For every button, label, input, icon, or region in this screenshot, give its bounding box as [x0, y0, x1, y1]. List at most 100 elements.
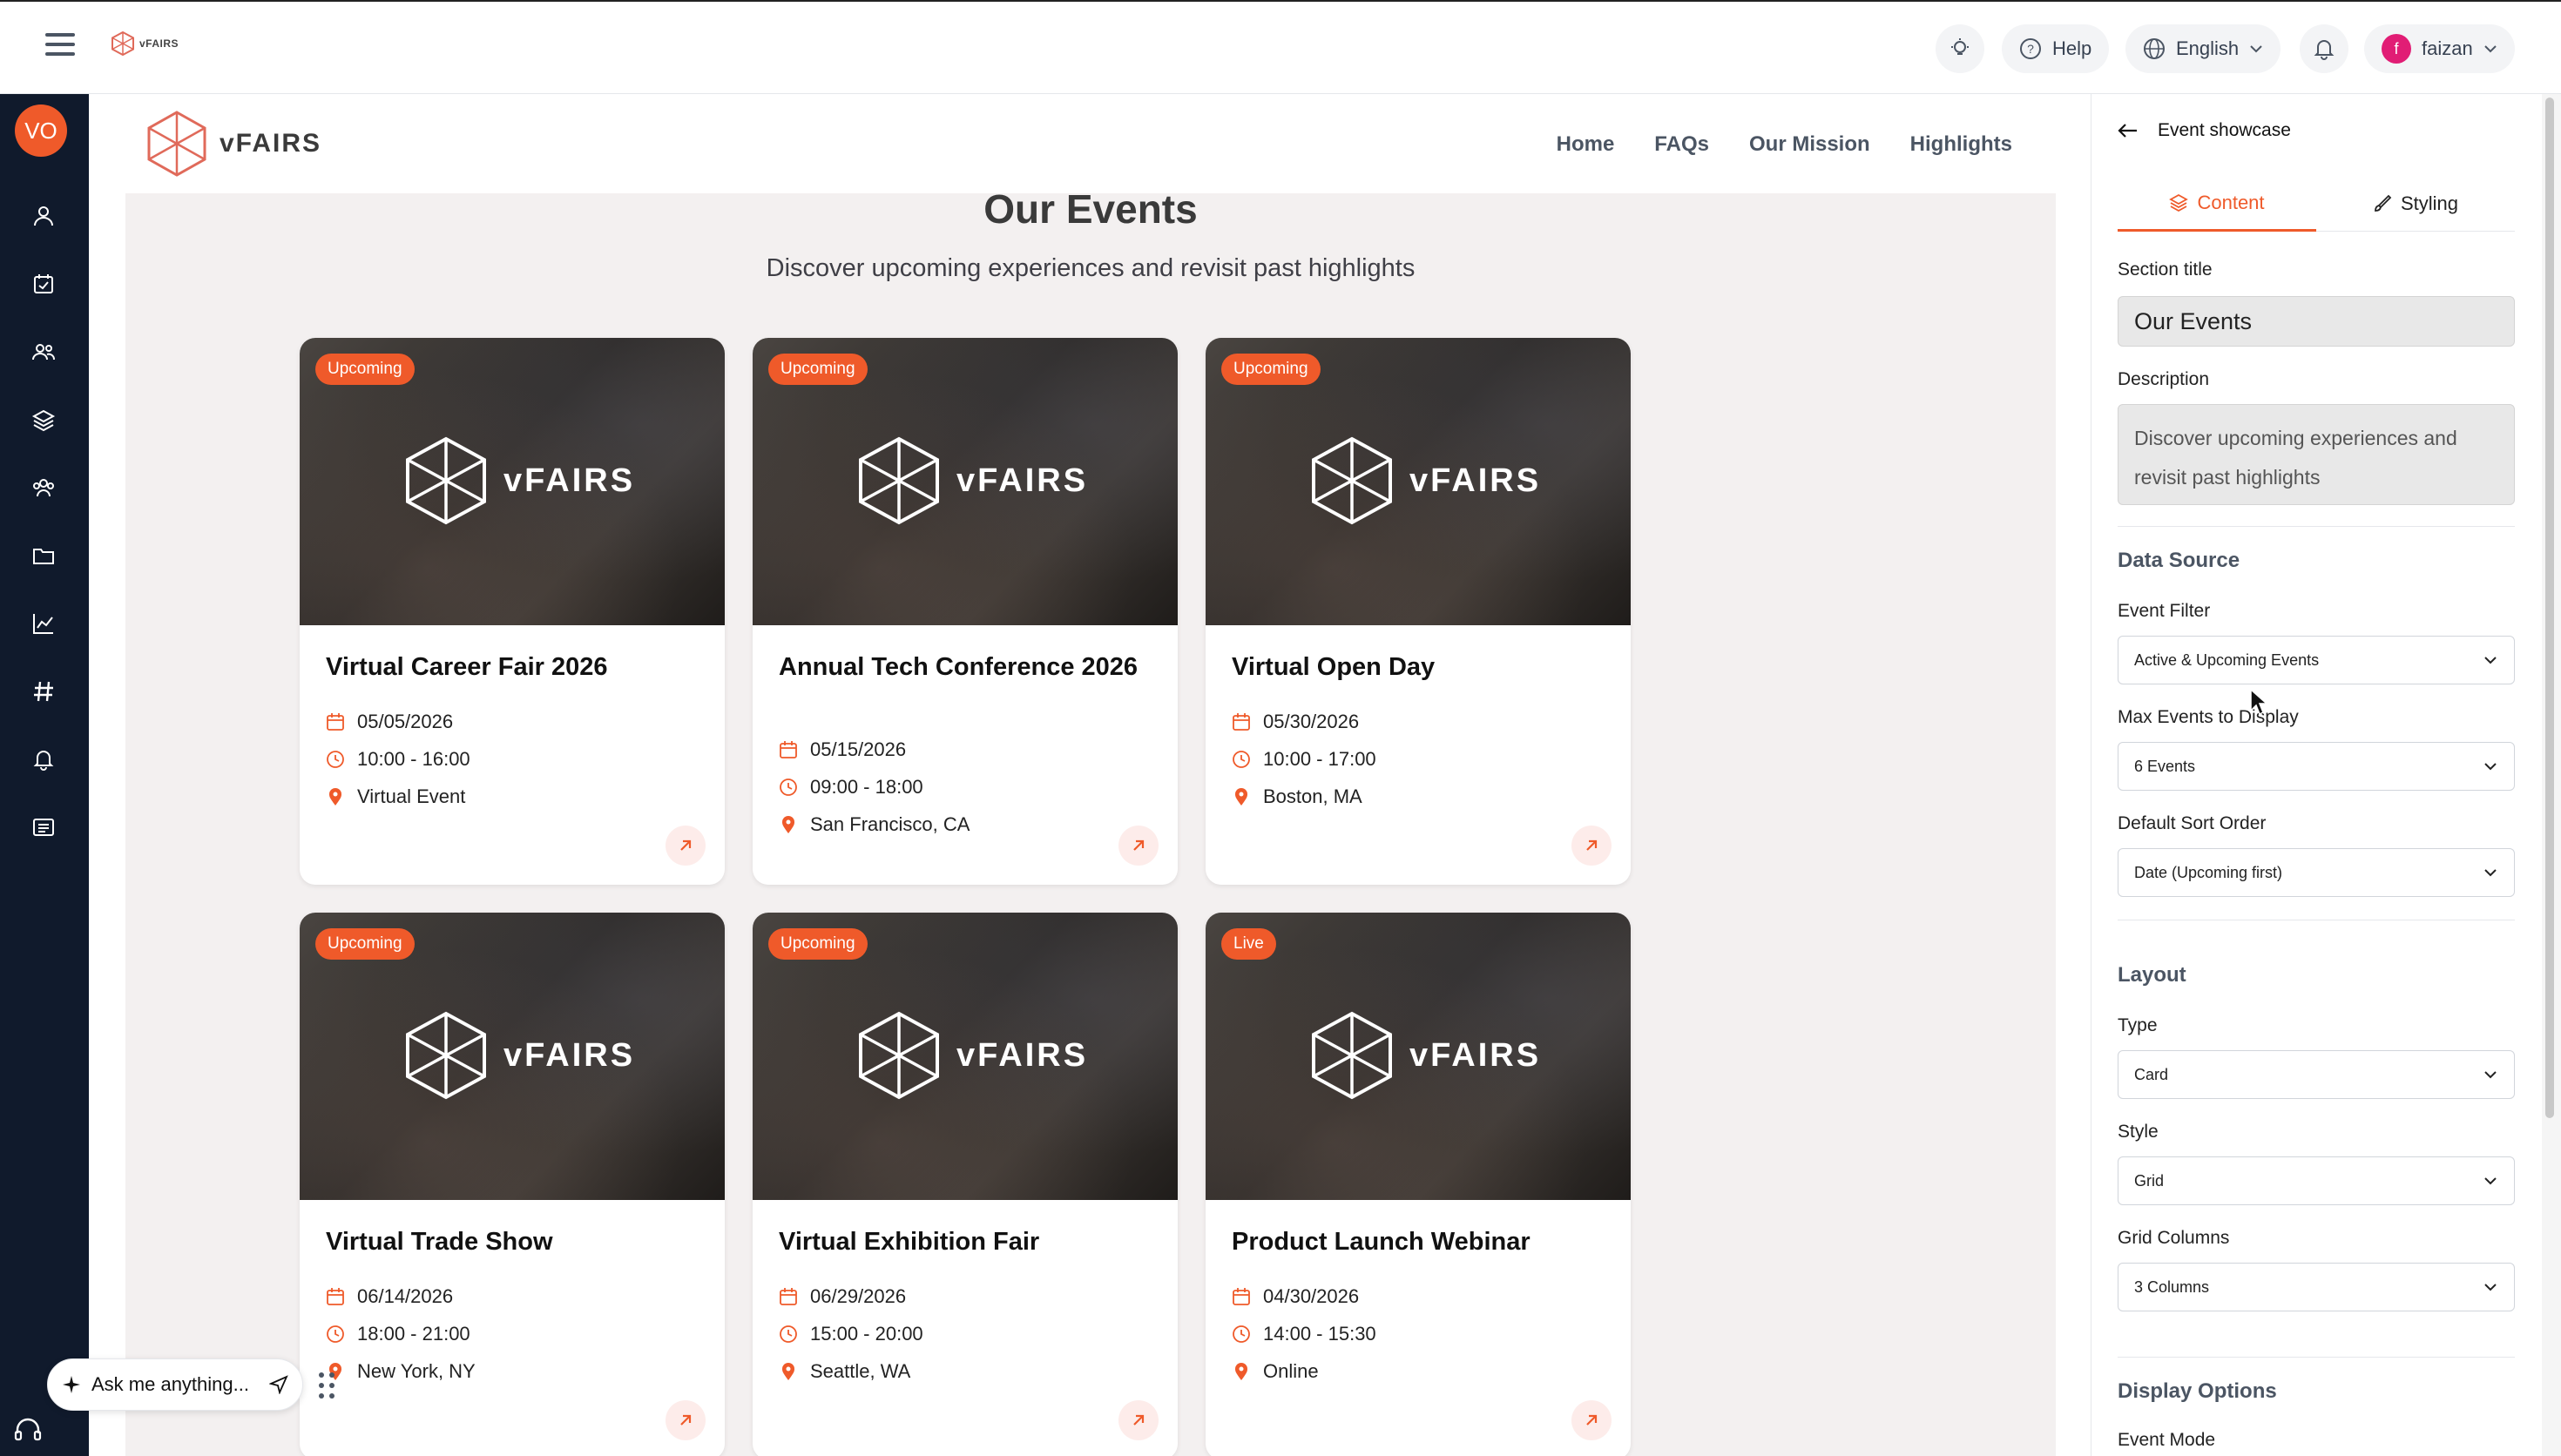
description-textarea[interactable]: Discover upcoming experiences and revisi… — [2118, 404, 2515, 505]
nav-home[interactable]: Home — [1557, 132, 1615, 157]
bell-icon[interactable] — [28, 744, 59, 775]
hashtag-icon[interactable] — [28, 676, 59, 707]
status-badge: Upcoming — [768, 354, 868, 385]
list-icon[interactable] — [28, 812, 59, 843]
top-logo-text: vFAIRS — [139, 37, 179, 50]
open-event-button[interactable] — [666, 1400, 706, 1440]
nav-our-mission[interactable]: Our Mission — [1749, 132, 1870, 157]
event-date-text: 05/30/2026 — [1263, 711, 1360, 732]
team-icon[interactable] — [28, 472, 59, 503]
grid-columns-select[interactable]: 3 Columns — [2118, 1263, 2515, 1311]
event-location-text: New York, NY — [357, 1360, 476, 1382]
theme-toggle-button[interactable] — [1936, 24, 1984, 73]
nav-faqs[interactable]: FAQs — [1654, 132, 1709, 157]
drag-handle-icon[interactable] — [319, 1372, 336, 1400]
event-image-brand-text: vFAIRS — [503, 1036, 636, 1074]
event-title[interactable]: Virtual Career Fair 2026 — [326, 653, 692, 681]
event-time: 15:00 - 20:00 — [779, 1323, 923, 1345]
open-event-button[interactable] — [1571, 826, 1612, 866]
sort-order-value: Date (Upcoming first) — [2134, 863, 2283, 881]
top-logo[interactable]: vFAIRS — [111, 31, 179, 56]
open-event-button[interactable] — [1118, 1400, 1159, 1440]
event-card[interactable]: vFAIRS Upcoming Virtual Career Fair 2026 05… — [300, 338, 725, 885]
ask-assistant-bar[interactable]: Ask me anything... — [47, 1358, 303, 1411]
brush-icon — [2375, 194, 2392, 212]
event-date-text: 06/14/2026 — [357, 1285, 454, 1307]
cube-logo-icon — [111, 31, 134, 56]
event-image-brand-text: vFAIRS — [1409, 462, 1542, 499]
style-label: Style — [2118, 1122, 2159, 1142]
arrow-up-right-icon — [1133, 1414, 1145, 1426]
event-title[interactable]: Annual Tech Conference 2026 — [779, 653, 1145, 681]
event-title[interactable]: Virtual Open Day — [1232, 653, 1598, 681]
sort-order-select[interactable]: Date (Upcoming first) — [2118, 848, 2515, 897]
event-date: 06/29/2026 — [779, 1285, 906, 1308]
user-icon[interactable] — [28, 200, 59, 232]
arrow-up-right-icon — [1133, 839, 1145, 851]
event-card[interactable]: vFAIRS Upcoming Virtual Exhibition Fair 06/… — [753, 913, 1178, 1456]
event-time: 09:00 - 18:00 — [779, 776, 923, 799]
tab-content[interactable]: Content — [2118, 176, 2316, 232]
clock-icon — [780, 779, 797, 796]
analytics-icon[interactable] — [28, 608, 59, 639]
event-title[interactable]: Product Launch Webinar — [1232, 1228, 1598, 1256]
layout-heading: Layout — [2118, 963, 2186, 987]
send-icon[interactable] — [269, 1375, 288, 1394]
chevron-down-icon — [2484, 1071, 2497, 1079]
open-event-button[interactable] — [1118, 826, 1159, 866]
event-image-brand-text: vFAIRS — [503, 462, 636, 499]
section-title-input[interactable]: Our Events — [2118, 296, 2515, 347]
site-logo[interactable]: vFAIRS — [146, 110, 321, 178]
event-card[interactable]: vFAIRS Live Product Launch Webinar 04/30/20… — [1206, 913, 1631, 1456]
event-image-brand: vFAIRS — [404, 435, 635, 526]
event-location-text: Online — [1263, 1360, 1319, 1382]
menu-icon[interactable] — [45, 33, 75, 57]
event-image: vFAIRS Upcoming — [300, 913, 725, 1200]
help-button[interactable]: ? Help — [2002, 24, 2110, 73]
clock-icon — [1233, 1325, 1250, 1343]
back-arrow-icon[interactable] — [2118, 122, 2139, 139]
event-card[interactable]: vFAIRS Upcoming Annual Tech Conference 202… — [753, 338, 1178, 885]
calendar-icon — [780, 741, 797, 758]
event-location: Boston, MA — [1232, 785, 1362, 808]
event-location-text: San Francisco, CA — [810, 813, 970, 835]
panel-scrollbar-thumb[interactable] — [2545, 98, 2554, 1118]
event-location: New York, NY — [326, 1360, 476, 1383]
event-title[interactable]: Virtual Trade Show — [326, 1228, 692, 1256]
event-image: vFAIRS Upcoming — [300, 338, 725, 625]
event-card[interactable]: vFAIRS Upcoming Virtual Trade Show 06/14/20… — [300, 913, 725, 1456]
chevron-down-icon — [2484, 763, 2497, 771]
event-card[interactable]: vFAIRS Upcoming Virtual Open Day 05/30/2026… — [1206, 338, 1631, 885]
user-menu[interactable]: f faizan — [2364, 24, 2515, 73]
event-filter-select[interactable]: Active & Upcoming Events — [2118, 636, 2515, 684]
event-date: 05/15/2026 — [779, 738, 906, 761]
tab-styling[interactable]: Styling — [2316, 176, 2515, 232]
event-location-text: Seattle, WA — [810, 1360, 911, 1382]
event-time: 14:00 - 15:30 — [1232, 1323, 1376, 1345]
workspace-avatar[interactable]: VO — [15, 104, 67, 157]
clock-icon — [327, 1325, 344, 1343]
style-select[interactable]: Grid — [2118, 1156, 2515, 1205]
event-title[interactable]: Virtual Exhibition Fair — [779, 1228, 1145, 1256]
chevron-down-icon — [2484, 657, 2497, 664]
calendar-check-icon[interactable] — [28, 268, 59, 300]
users-icon[interactable] — [28, 336, 59, 367]
event-date-text: 04/30/2026 — [1263, 1285, 1360, 1307]
nav-highlights[interactable]: Highlights — [1910, 132, 2012, 157]
notifications-button[interactable] — [2300, 24, 2348, 73]
grid-columns-label: Grid Columns — [2118, 1228, 2230, 1248]
ask-input[interactable]: Ask me anything... — [91, 1373, 259, 1396]
language-select[interactable]: English — [2125, 24, 2281, 73]
event-filter-value: Active & Upcoming Events — [2134, 650, 2320, 669]
max-events-value: 6 Events — [2134, 757, 2196, 775]
max-events-select[interactable]: 6 Events — [2118, 742, 2515, 791]
open-event-button[interactable] — [1571, 1400, 1612, 1440]
type-value: Card — [2134, 1065, 2169, 1083]
headset-icon[interactable] — [12, 1414, 44, 1446]
layers-icon[interactable] — [28, 404, 59, 435]
max-events-label: Max Events to Display — [2118, 707, 2299, 727]
location-pin-icon — [1235, 788, 1247, 806]
open-event-button[interactable] — [666, 826, 706, 866]
folder-icon[interactable] — [28, 540, 59, 571]
type-select[interactable]: Card — [2118, 1050, 2515, 1099]
